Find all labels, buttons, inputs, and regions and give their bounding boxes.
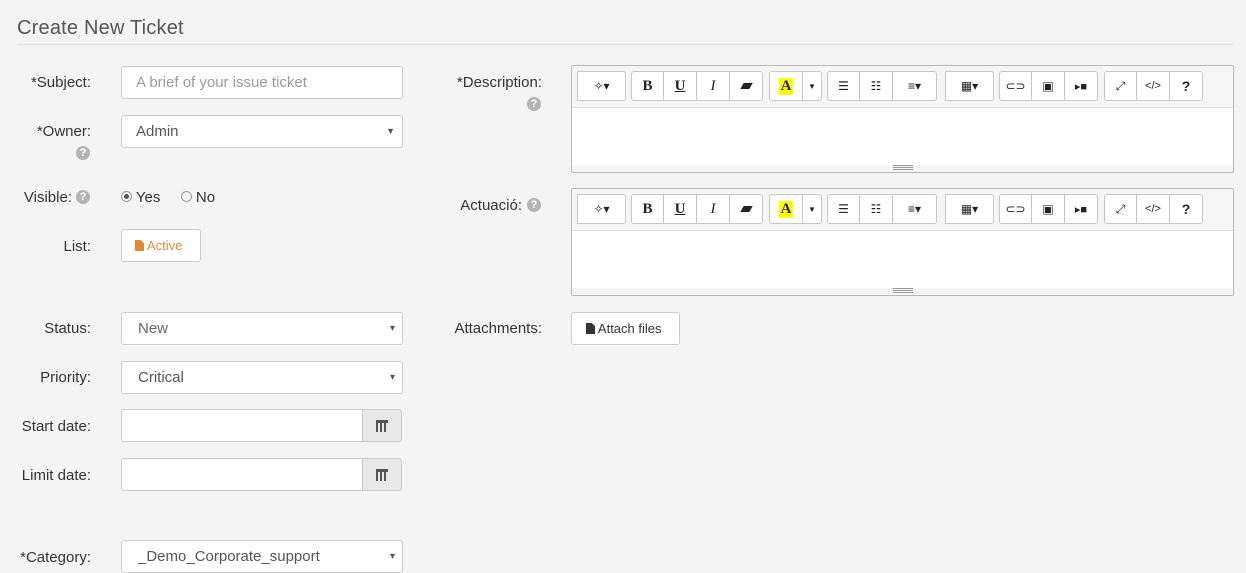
active-list-label: Active xyxy=(146,238,183,253)
video-icon[interactable]: ▸■ xyxy=(1064,71,1098,101)
limit-date-input[interactable] xyxy=(121,458,363,491)
status-select[interactable]: New ▾ xyxy=(121,312,403,345)
category-label: *Category: xyxy=(20,549,91,566)
underline-icon[interactable]: U xyxy=(663,71,697,101)
unordered-list-icon[interactable]: ☰ xyxy=(827,194,860,224)
priority-label: Priority: xyxy=(40,369,91,386)
file-icon xyxy=(586,323,595,334)
text-color-dropdown-icon[interactable]: ▼ xyxy=(802,194,822,224)
italic-icon[interactable]: I xyxy=(696,71,730,101)
limit-date-calendar-button[interactable] xyxy=(362,458,402,491)
description-label: *Description: xyxy=(456,74,542,91)
visible-help-icon[interactable]: ? xyxy=(76,190,90,204)
list-label: List: xyxy=(63,238,91,255)
visible-no-radio[interactable] xyxy=(180,191,192,202)
active-list-button[interactable]: Active xyxy=(121,229,201,262)
link-icon[interactable]: ⊂⊃ xyxy=(999,194,1032,224)
actuacio-editor: ✧▾ B U I A ▼ ☰ ☷ ≡▾ ▦▾ ⊂⊃ ▣ ▸■ ⤢ </> ? xyxy=(571,188,1234,296)
help-icon[interactable]: ? xyxy=(1169,71,1203,101)
status-select-value: New xyxy=(138,320,169,337)
category-select-value: _Demo_Corporate_support xyxy=(138,548,320,565)
video-icon[interactable]: ▸■ xyxy=(1064,194,1098,224)
owner-label: *Owner: xyxy=(36,123,91,140)
paragraph-align-icon[interactable]: ≡▾ xyxy=(892,194,937,224)
text-color-glyph: A xyxy=(778,77,794,95)
text-color-icon[interactable]: A xyxy=(769,194,803,224)
category-select[interactable]: _Demo_Corporate_support ▾ xyxy=(121,540,403,573)
chevron-down-icon: ▼ xyxy=(386,126,395,136)
paragraph-align-icon[interactable]: ≡▾ xyxy=(892,71,937,101)
attachments-label: Attachments: xyxy=(454,320,542,337)
help-icon[interactable]: ? xyxy=(1169,194,1203,224)
ordered-list-icon[interactable]: ☷ xyxy=(859,71,893,101)
status-label: Status: xyxy=(44,320,91,337)
eraser-icon[interactable] xyxy=(729,194,763,224)
picture-icon[interactable]: ▣ xyxy=(1031,71,1065,101)
bold-icon[interactable]: B xyxy=(631,194,664,224)
actuacio-text-area[interactable] xyxy=(572,230,1233,288)
text-color-glyph: A xyxy=(778,200,794,218)
description-text-area[interactable] xyxy=(572,107,1233,165)
eraser-icon[interactable] xyxy=(729,71,763,101)
start-date-label: Start date: xyxy=(21,418,91,435)
fullscreen-icon[interactable]: ⤢ xyxy=(1104,71,1137,101)
unordered-list-icon[interactable]: ☰ xyxy=(827,71,860,101)
description-editor: ✧▾ B U I A ▼ ☰ ☷ ≡▾ ▦▾ ⊂⊃ ▣ ▸■ ⤢ </> ? xyxy=(571,65,1234,173)
underline-icon[interactable]: U xyxy=(663,194,697,224)
chevron-down-icon: ▾ xyxy=(389,323,395,334)
limit-date-label: Limit date: xyxy=(21,467,91,484)
actuacio-label: Actuació: xyxy=(460,197,522,214)
table-icon[interactable]: ▦▾ xyxy=(945,194,994,224)
visible-label: Visible: xyxy=(23,189,72,206)
picture-icon[interactable]: ▣ xyxy=(1031,194,1065,224)
owner-select-value: Admin xyxy=(136,123,179,140)
link-icon[interactable]: ⊂⊃ xyxy=(999,71,1032,101)
owner-select[interactable]: Admin ▼ xyxy=(121,115,403,148)
description-help-icon[interactable]: ? xyxy=(527,97,541,111)
calendar-icon xyxy=(376,469,388,481)
actuacio-help-icon[interactable]: ? xyxy=(527,198,541,212)
calendar-icon xyxy=(376,420,388,432)
italic-icon[interactable]: I xyxy=(696,194,730,224)
visible-yes-label[interactable]: Yes xyxy=(136,189,160,206)
magic-wand-icon[interactable]: ✧▾ xyxy=(577,71,626,101)
priority-select[interactable]: Critical ▾ xyxy=(121,361,403,394)
magic-wand-icon[interactable]: ✧▾ xyxy=(577,194,626,224)
page-title: Create New Ticket xyxy=(17,17,184,39)
code-view-icon[interactable]: </> xyxy=(1136,71,1170,101)
attach-files-button[interactable]: Attach files xyxy=(571,312,680,345)
visible-yes-radio[interactable] xyxy=(121,191,132,202)
fullscreen-icon[interactable]: ⤢ xyxy=(1104,194,1137,224)
owner-help-icon[interactable]: ? xyxy=(76,146,90,160)
file-icon xyxy=(135,240,144,251)
subject-label: *Subject: xyxy=(30,74,91,91)
start-date-input[interactable] xyxy=(121,409,363,442)
bold-icon[interactable]: B xyxy=(631,71,664,101)
visible-no-label[interactable]: No xyxy=(196,189,215,206)
priority-select-value: Critical xyxy=(138,369,184,386)
text-color-dropdown-icon[interactable]: ▼ xyxy=(802,71,822,101)
title-divider xyxy=(17,44,1233,45)
chevron-down-icon: ▾ xyxy=(389,372,395,383)
resize-grip-icon[interactable] xyxy=(892,288,913,293)
text-color-icon[interactable]: A xyxy=(769,71,803,101)
subject-input[interactable]: A brief of your issue ticket xyxy=(121,66,403,99)
resize-grip-icon[interactable] xyxy=(892,165,913,170)
code-view-icon[interactable]: </> xyxy=(1136,194,1170,224)
visible-radio-group: Yes No xyxy=(121,189,215,206)
table-icon[interactable]: ▦▾ xyxy=(945,71,994,101)
ordered-list-icon[interactable]: ☷ xyxy=(859,194,893,224)
chevron-down-icon: ▾ xyxy=(389,551,395,562)
attach-files-label: Attach files xyxy=(597,321,662,336)
start-date-calendar-button[interactable] xyxy=(362,409,402,442)
